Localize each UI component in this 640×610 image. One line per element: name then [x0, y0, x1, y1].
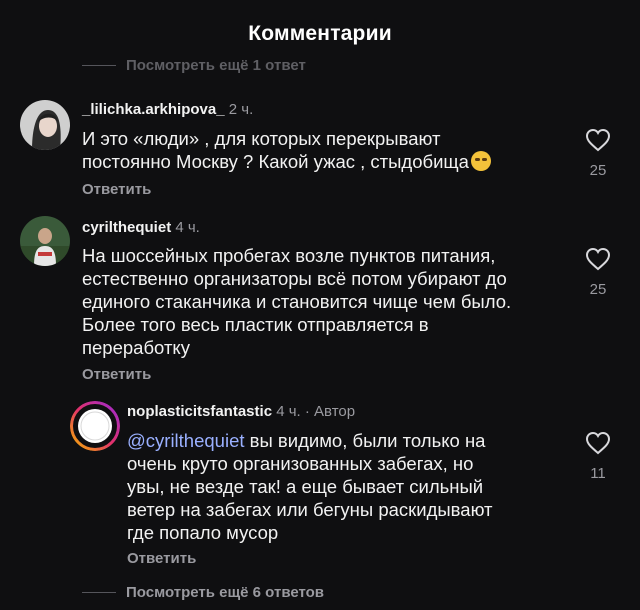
comment-meta: noplasticitsfantastic 4 ч. · Автор [127, 403, 355, 420]
username[interactable]: _lilichka.arkhipova_ [82, 101, 225, 118]
comment-text: И это «люди» , для которых перекрывают п… [82, 127, 572, 173]
timestamp: 4 ч. [276, 403, 301, 420]
avatar-photo [20, 100, 70, 150]
timestamp: 2 ч. [228, 101, 254, 118]
comment-line: постоянно Москву ? Какой ужас , стыдобищ… [82, 151, 469, 172]
comment-line: Более того весь пластик отправляется в [82, 314, 429, 335]
comment-line: вы видимо, были только на [244, 430, 486, 451]
username[interactable]: noplasticitsfantastic [127, 403, 272, 420]
comment-text: @cyrilthequiet вы видимо, были только на… [127, 429, 577, 544]
comment-line: увы, не везде так! а еще бывает сильный [127, 476, 484, 497]
timestamp: 4 ч. [175, 219, 200, 236]
heart-icon [585, 247, 611, 271]
heart-icon [585, 431, 611, 455]
view-more-label: Посмотреть ещё 6 ответов [126, 584, 325, 601]
like-count: 11 [590, 465, 606, 482]
comment-line: ветер на забегах или бегуны раскидывают [127, 499, 493, 520]
like-count: 25 [589, 281, 607, 298]
like-button[interactable]: 25 [576, 247, 620, 298]
comment-line: На шоссейных пробегах возле пунктов пита… [82, 245, 496, 266]
comment-meta: _lilichka.arkhipova_ 2 ч. [82, 101, 253, 118]
reply-button[interactable]: Ответить [82, 181, 151, 198]
heart-icon [585, 128, 611, 152]
avatar-photo [20, 216, 70, 266]
avatar[interactable] [20, 100, 70, 150]
comment-line: где попало мусор [127, 522, 279, 543]
divider-line [82, 65, 116, 66]
crying-face-emoji-icon [470, 151, 491, 171]
comment-line: единого стаканчика и становится чище чем… [82, 291, 512, 312]
comment-line: И это «люди» , для которых перекрывают [82, 128, 441, 149]
reply-button[interactable]: Ответить [127, 550, 196, 567]
avatar[interactable] [20, 216, 70, 266]
page-title: Комментарии [248, 22, 392, 45]
view-more-replies-top[interactable]: Посмотреть ещё 1 ответ [82, 57, 306, 74]
author-tag: · Автор [304, 403, 356, 420]
comment-line: очень круто организованных забегах, но [127, 453, 474, 474]
comment-text: На шоссейных пробегах возле пунктов пита… [82, 244, 572, 359]
comment-meta: cyrilthequiet 4 ч. [82, 219, 200, 236]
comment-line: переработку [82, 337, 190, 358]
like-button[interactable]: 11 [576, 431, 620, 482]
like-count: 25 [589, 162, 607, 179]
mention-link[interactable]: @cyrilthequiet [127, 430, 245, 451]
reply-button[interactable]: Ответить [82, 366, 151, 383]
username[interactable]: cyrilthequiet [82, 219, 171, 236]
avatar[interactable] [70, 401, 120, 451]
comment-line: естественно организаторы всё потом убира… [82, 268, 507, 289]
view-more-label: Посмотреть ещё 1 ответ [126, 57, 306, 74]
story-ring-avatar [70, 401, 120, 451]
divider-line [82, 592, 116, 593]
view-more-replies[interactable]: Посмотреть ещё 6 ответов [82, 584, 324, 601]
like-button[interactable]: 25 [576, 128, 620, 179]
